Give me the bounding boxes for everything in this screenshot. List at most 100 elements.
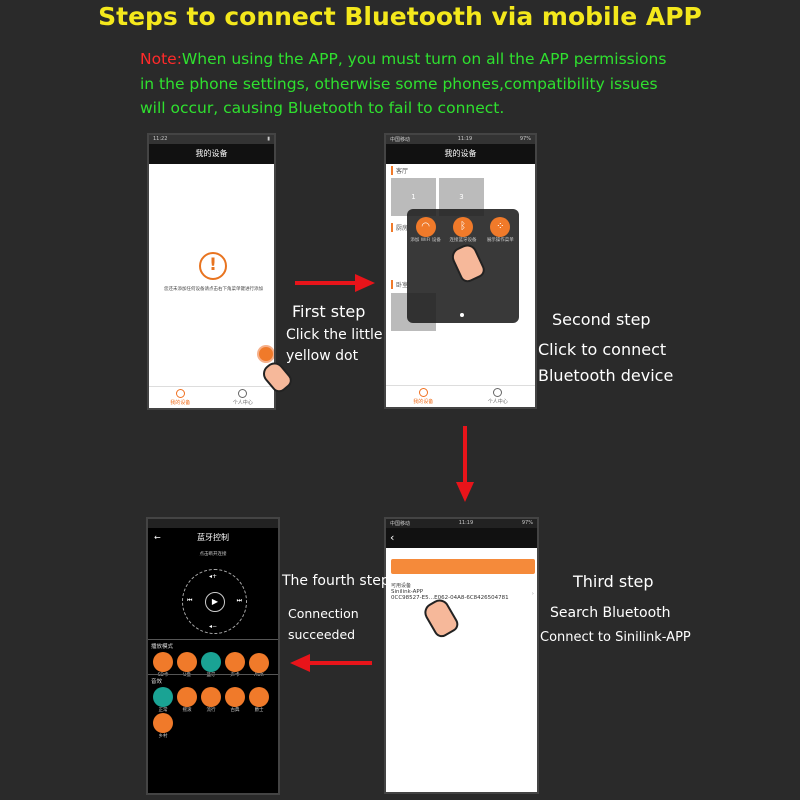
- tab-profile[interactable]: 个人中心: [212, 387, 275, 408]
- step-4-title: The fourth step: [282, 573, 390, 589]
- device-icon: [175, 389, 185, 398]
- play-button[interactable]: ▶: [205, 592, 225, 612]
- section-label: 音效: [151, 679, 163, 685]
- effects-label: 爵士: [254, 708, 264, 713]
- step-1-line-2: yellow dot: [286, 348, 359, 364]
- effects-icon: [177, 687, 197, 707]
- phone-screen-bluetooth-control: ← 蓝牙控制 点击断开连接 ◂+ ⏮ ⏭ ◂− ▶ 播放模式 SD卡 U盘 蓝牙 声卡 A…: [146, 517, 280, 795]
- modes-icon: [225, 652, 245, 672]
- effects-button[interactable]: 乡村: [153, 713, 173, 739]
- search-bar[interactable]: [391, 559, 535, 574]
- status-bar: 中国移动 11:19 97%: [386, 519, 537, 528]
- step-2-line-1: Click to connect: [538, 340, 667, 359]
- status-battery: 97%: [521, 520, 533, 526]
- next-track-icon[interactable]: ⏭: [237, 597, 242, 605]
- device-list-item-sinilink[interactable]: Sinilink-APP 0CC98527-E5…E062-04A8-6C842…: [391, 589, 536, 601]
- arrow-right: [295, 281, 357, 285]
- back-button[interactable]: ‹: [386, 528, 537, 548]
- bluetooth-icon: ᛒ: [452, 217, 473, 237]
- add-menu-dot-button[interactable]: [259, 347, 273, 361]
- step-2-title: Second step: [552, 310, 651, 329]
- effects-icon: [201, 687, 221, 707]
- device-id: 0CC98527-E5…E062-04A8-6C8426504781: [391, 595, 509, 601]
- menu-label: 展示操作菜单: [486, 238, 514, 243]
- step-4-line-2: succeeded: [288, 627, 356, 642]
- status-carrier: 中国移动: [390, 521, 411, 527]
- room-label: 客厅: [391, 166, 408, 175]
- empty-message: 您还未添加任何设备请点击右下角菜单键进行添加: [164, 287, 263, 292]
- effects-button[interactable]: 古典: [225, 687, 245, 713]
- menu-add-wifi-device[interactable]: ◠ 添加 WIFI 设备: [409, 217, 443, 323]
- step-3-line-1: Search Bluetooth: [550, 605, 671, 621]
- note-line-3: will occur, causing Bluetooth to fail to…: [140, 99, 505, 117]
- note-line-2: in the phone settings, otherwise some ph…: [140, 75, 658, 93]
- status-battery: 97%: [519, 136, 531, 142]
- volume-down-icon[interactable]: ◂−: [209, 623, 217, 630]
- effects-label: 古典: [230, 708, 240, 713]
- status-time: 11:19: [457, 136, 473, 142]
- header-title: 我的设备: [149, 144, 274, 164]
- room-label: 厨房: [391, 223, 408, 232]
- disconnect-hint[interactable]: 点击断开连接: [148, 551, 278, 557]
- status-bar: 中国移动 11:19 97%: [386, 135, 535, 144]
- step-1-line-1: Click the little: [286, 327, 383, 343]
- user-icon: [493, 388, 503, 397]
- tab-label: 我的设备: [170, 400, 191, 406]
- user-icon: [238, 389, 248, 398]
- header-title: 我的设备: [386, 144, 535, 164]
- menu-show-operations[interactable]: ⁘ 展示操作菜单: [483, 217, 517, 323]
- menu-label: 添加 WIFI 设备: [410, 238, 441, 243]
- previous-track-icon[interactable]: ⏮: [187, 597, 192, 605]
- volume-up-icon[interactable]: ◂+: [209, 573, 217, 580]
- warning-icon: !: [199, 252, 227, 280]
- status-bar: 11:22 ▮: [149, 135, 274, 144]
- modes-icon: [249, 653, 269, 673]
- note-prefix: Note:: [140, 50, 182, 68]
- step-4-line-1: Connection: [288, 606, 359, 621]
- effects-button[interactable]: 正常: [153, 687, 173, 713]
- control-wheel: ◂+ ⏮ ⏭ ◂− ▶: [182, 569, 247, 634]
- tab-label: 个人中心: [487, 399, 508, 405]
- status-carrier: 中国移动: [390, 137, 411, 143]
- arrow-left-head: [290, 654, 310, 672]
- status-time: 11:22: [153, 136, 168, 142]
- section-label: 播放模式: [151, 644, 174, 650]
- effects-label: 摇滚: [182, 708, 192, 713]
- sound-effect-section: 音效 正常摇滚 流行 古典 爵士乡村: [148, 674, 278, 741]
- device-icon: [418, 388, 428, 397]
- tab-profile[interactable]: 个人中心: [461, 386, 536, 407]
- page-title: Steps to connect Bluetooth via mobile AP…: [98, 2, 702, 31]
- tab-my-devices[interactable]: 我的设备: [149, 387, 212, 408]
- chevron-right-icon: ›: [531, 591, 534, 597]
- effects-button[interactable]: 爵士: [249, 687, 269, 713]
- effects-label: 乡村: [158, 734, 168, 739]
- arrow-down-head: [456, 482, 474, 502]
- page-indicator: [460, 313, 464, 317]
- tab-my-devices[interactable]: 我的设备: [386, 386, 461, 407]
- effects-label: 流行: [206, 708, 216, 713]
- effects-button[interactable]: 流行: [201, 687, 221, 713]
- step-2-line-2: Bluetooth device: [538, 366, 674, 385]
- modes-icon: [177, 652, 197, 672]
- arrow-down: [463, 426, 467, 484]
- effects-button[interactable]: 摇滚: [177, 687, 197, 713]
- step-1-title: First step: [292, 302, 366, 321]
- arrow-left: [310, 661, 372, 665]
- available-devices-label: 可用设备: [391, 583, 412, 589]
- modes-icon: [201, 652, 221, 672]
- tab-label: 个人中心: [232, 400, 253, 406]
- back-button[interactable]: ←: [154, 528, 161, 548]
- effects-icon: [153, 687, 173, 707]
- status-time: 11:19: [458, 520, 474, 526]
- tab-label: 我的设备: [413, 399, 434, 405]
- wifi-icon: ◠: [415, 217, 436, 237]
- header-text: 蓝牙控制: [197, 533, 229, 542]
- effects-icon: [249, 687, 269, 707]
- effects-icon: [225, 687, 245, 707]
- header-title: ← 蓝牙控制: [148, 528, 278, 548]
- modes-icon: [153, 652, 173, 672]
- grid-icon: ⁘: [490, 217, 511, 237]
- status-bar: [148, 519, 278, 528]
- effects-icon: [153, 713, 173, 733]
- menu-label: 连接蓝牙设备: [449, 238, 477, 243]
